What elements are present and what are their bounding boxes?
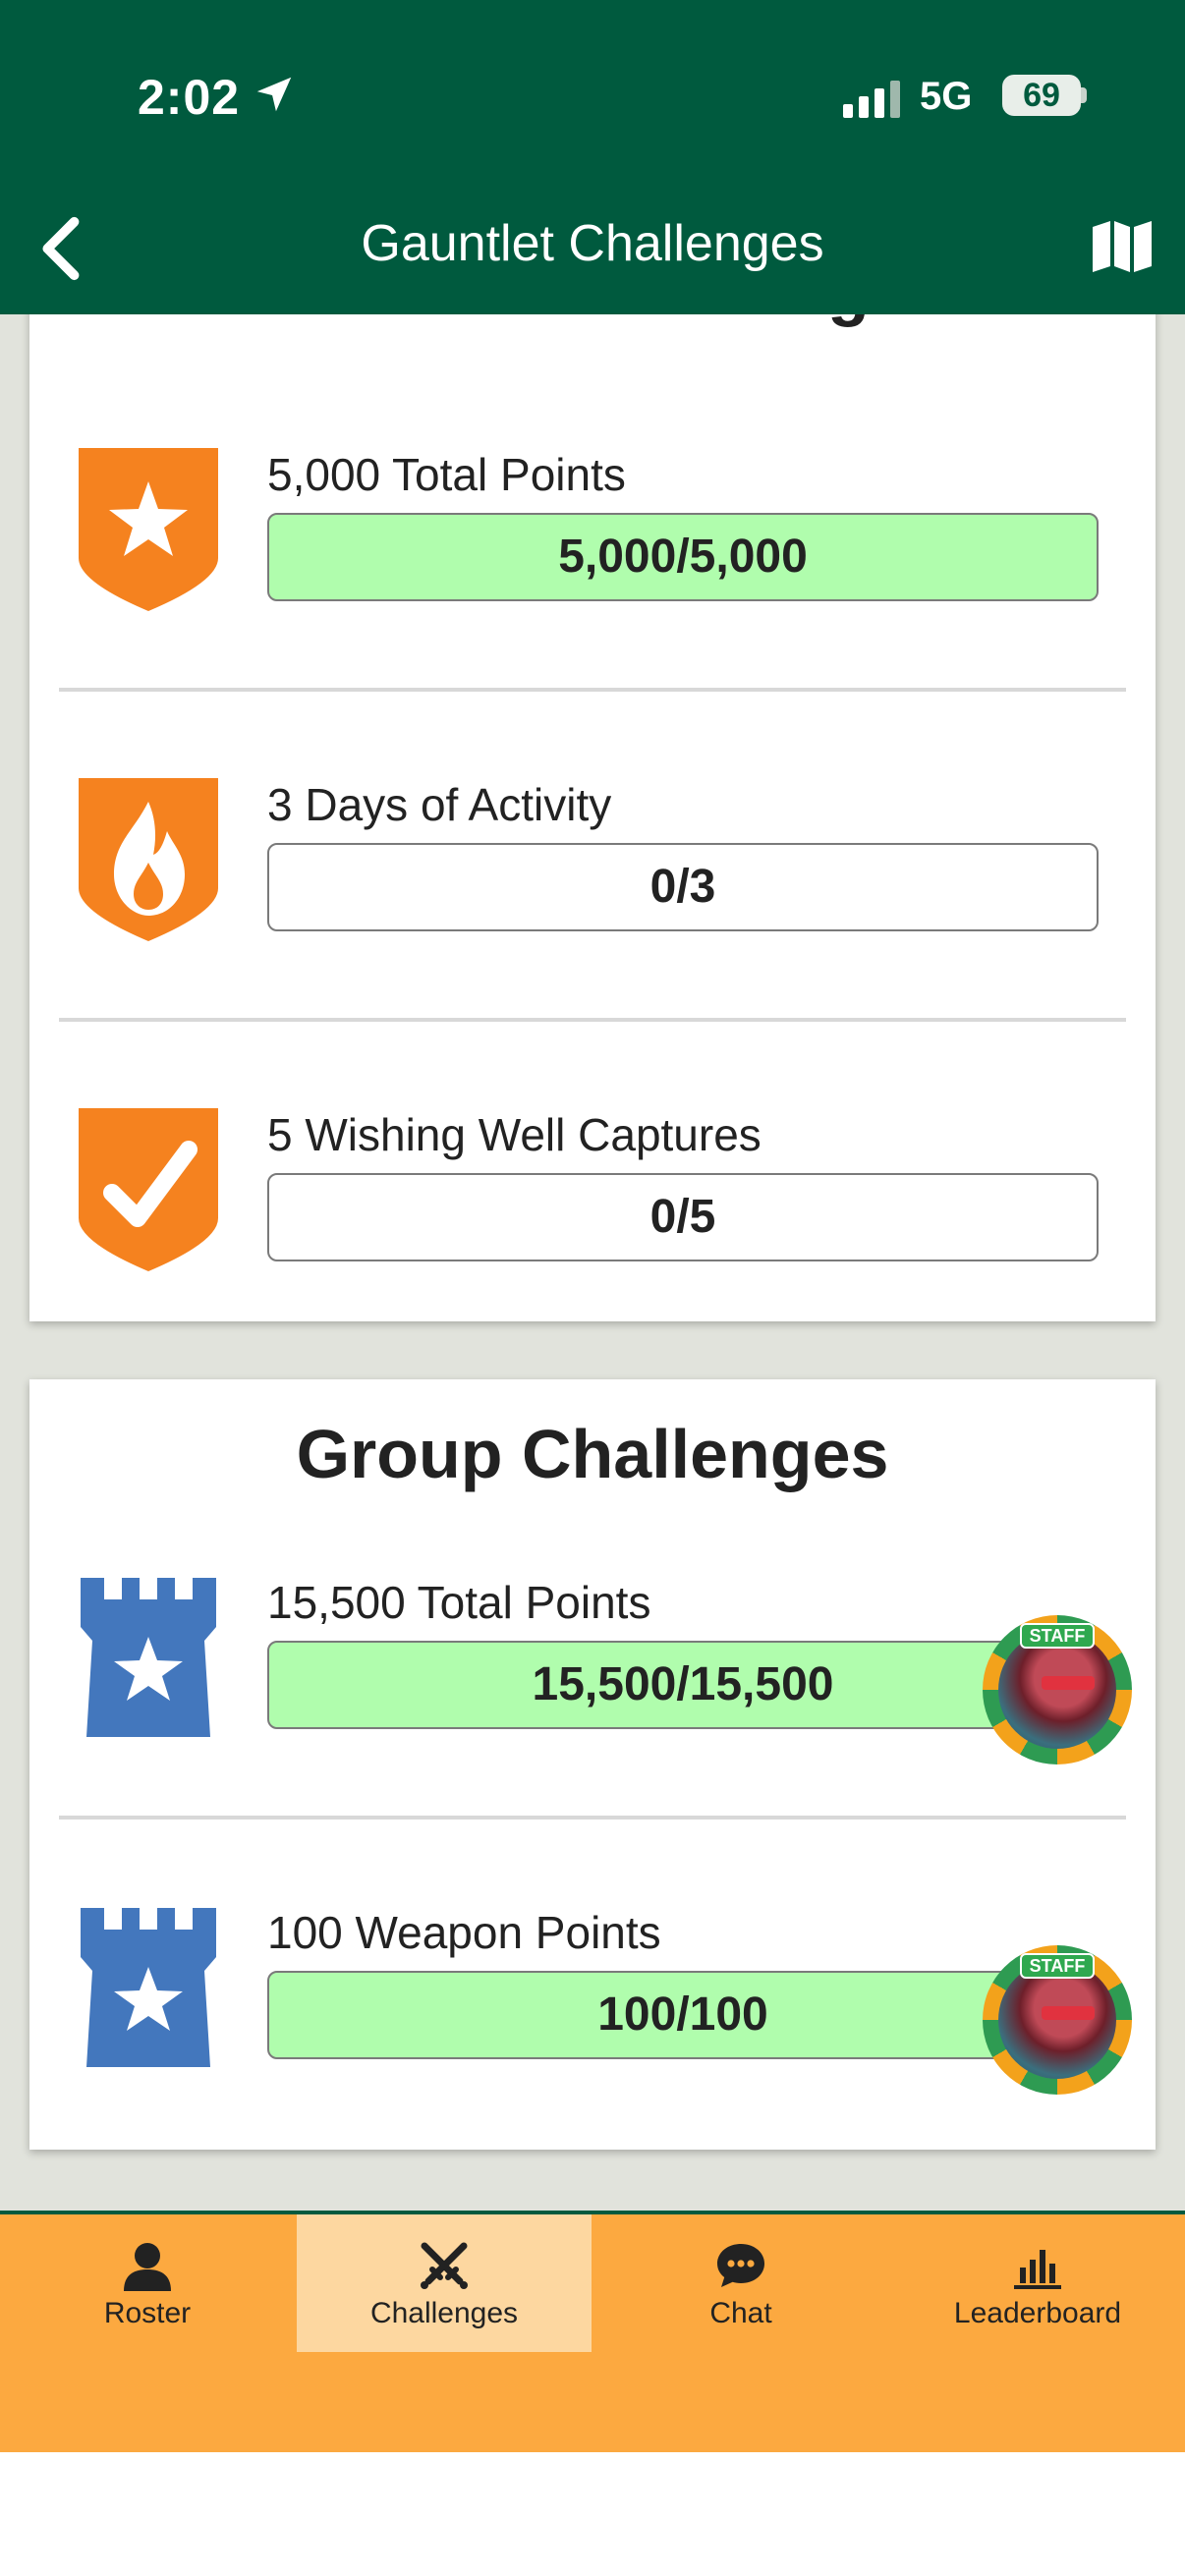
crossed-swords-icon <box>421 2242 468 2289</box>
individual-challenges-card: Individual Challenges 5,000 Total Points… <box>29 314 1156 1321</box>
status-time: 2:02 <box>138 70 241 125</box>
progress-bar: 15,500/15,500 <box>267 1641 1099 1729</box>
challenge-row: 100 Weapon Points 100/100 STAFF <box>29 1812 1156 2142</box>
tab-chat[interactable]: Chat <box>593 2214 888 2352</box>
tab-leaderboard[interactable]: Leaderboard <box>890 2214 1185 2352</box>
castle-star-icon <box>81 1908 216 2067</box>
chat-bubble-icon <box>717 2244 764 2287</box>
progress-bar: 100/100 <box>267 1971 1099 2059</box>
bottom-tab-bar: Roster Challenges Chat Leaderboard <box>0 2211 1185 2452</box>
progress-bar: 5,000/5,000 <box>267 513 1099 601</box>
tab-label: Roster <box>103 2297 192 2329</box>
challenges-scroll-area[interactable]: Individual Challenges 5,000 Total Points… <box>0 314 1185 2211</box>
tab-roster[interactable]: Roster <box>0 2214 295 2352</box>
challenge-row: 5,000 Total Points 5,000/5,000 <box>29 354 1156 684</box>
challenge-label: 15,500 Total Points <box>267 1577 651 1628</box>
challenge-row: 15,500 Total Points 15,500/15,500 STAFF <box>29 1482 1156 1812</box>
signal-icon <box>843 81 900 118</box>
tab-label: Leaderboard <box>953 2297 1122 2329</box>
bar-chart-icon <box>1014 2250 1061 2289</box>
avatar[interactable]: STAFF <box>983 1945 1132 2095</box>
person-icon <box>124 2243 171 2291</box>
challenge-label: 5 Wishing Well Captures <box>267 1109 762 1160</box>
tab-challenges[interactable]: Challenges <box>297 2214 592 2352</box>
tab-label: Chat <box>709 2297 772 2329</box>
challenge-label: 5,000 Total Points <box>267 449 626 500</box>
tab-label: Challenges <box>369 2297 519 2329</box>
staff-badge: STAFF <box>1020 1623 1095 1649</box>
home-indicator-area <box>0 2452 1185 2576</box>
individual-challenges-title: Individual Challenges <box>29 314 1156 328</box>
avatar[interactable]: STAFF <box>983 1615 1132 1764</box>
avatar-photo <box>998 1961 1116 2079</box>
progress-bar: 0/5 <box>267 1173 1099 1261</box>
challenge-label: 100 Weapon Points <box>267 1907 661 1958</box>
battery-indicator: 69 <box>1002 75 1081 116</box>
page-title: Gauntlet Challenges <box>361 215 824 272</box>
battery-nub <box>1081 87 1087 103</box>
staff-badge: STAFF <box>1020 1953 1095 1979</box>
avatar-detail <box>1042 2006 1095 2020</box>
location-arrow-icon <box>256 77 292 112</box>
check-shield-icon <box>79 1108 218 1271</box>
avatar-detail <box>1042 1676 1095 1690</box>
challenge-row: 3 Days of Activity 0/3 <box>29 684 1156 1014</box>
app-header: 2:02 5G 69 Gauntlet Challenges <box>0 0 1185 314</box>
castle-star-icon <box>81 1578 216 1737</box>
network-type: 5G <box>920 75 973 118</box>
map-icon[interactable] <box>1091 218 1154 275</box>
flame-shield-icon <box>79 778 218 941</box>
group-challenges-card: Group Challenges 15,500 Total Points 15,… <box>29 1379 1156 2150</box>
progress-bar: 0/3 <box>267 843 1099 931</box>
avatar-photo <box>998 1631 1116 1749</box>
star-shield-icon <box>79 448 218 611</box>
challenge-label: 3 Days of Activity <box>267 779 612 830</box>
challenge-row: 5 Wishing Well Captures 0/5 <box>29 1014 1156 1344</box>
